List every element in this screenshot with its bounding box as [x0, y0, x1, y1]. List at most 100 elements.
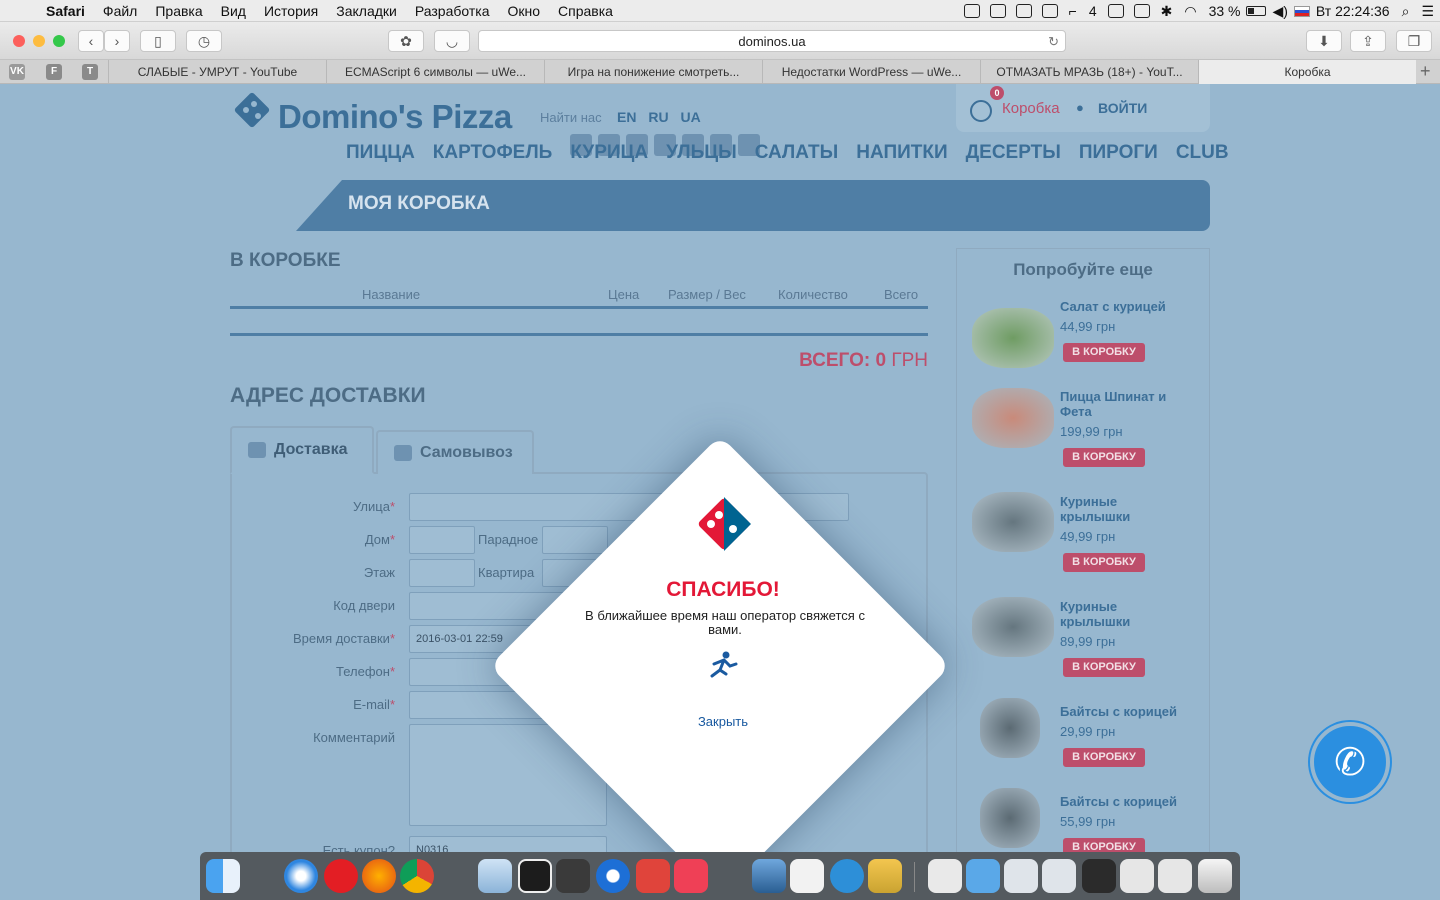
tab-pickup[interactable]: Самовывоз [376, 430, 534, 474]
sublime-icon[interactable] [556, 859, 590, 893]
database-icon[interactable] [868, 859, 902, 893]
lang-ru[interactable]: RU [648, 109, 668, 125]
finder-icon[interactable] [206, 859, 240, 893]
menu-view[interactable]: Вид [212, 0, 255, 22]
share-icon[interactable]: ⇪ [1350, 30, 1386, 52]
menu-develop[interactable]: Разработка [406, 0, 499, 22]
nav-desserts[interactable]: ДЕСЕРТЫ [966, 142, 1061, 164]
tab-item[interactable]: СЛАБЫЕ - УМРУТ - YouTube [108, 60, 326, 84]
pocket-icon[interactable]: ◡ [434, 30, 470, 52]
nav-rolls[interactable]: УЛЬЦЫ [666, 142, 737, 164]
modal-close-link[interactable]: Закрыть [693, 714, 753, 729]
wunderlist-icon[interactable] [636, 859, 670, 893]
login-link[interactable]: ВОЙТИ [1098, 100, 1147, 116]
product-image[interactable] [972, 388, 1054, 448]
tab-item[interactable]: Недостатки WordPress — uWe... [762, 60, 980, 84]
torrent-file-icon[interactable] [928, 859, 962, 893]
add-to-cart-button[interactable]: В КОРОБКУ [1063, 748, 1145, 767]
product-image[interactable] [972, 308, 1054, 368]
pinned-tab-vk[interactable]: VK [9, 64, 25, 80]
nav-potato[interactable]: КАРТОФЕЛЬ [433, 142, 553, 164]
numbers-icon[interactable] [790, 859, 824, 893]
house-input[interactable] [409, 526, 475, 554]
logo-text[interactable]: Domino's Pizza [278, 98, 512, 136]
chrome-icon[interactable] [400, 859, 434, 893]
status-clock-icon[interactable] [1133, 4, 1150, 18]
lang-en[interactable]: EN [617, 109, 636, 125]
menu-bookmarks[interactable]: Закладки [327, 0, 406, 22]
status-gear-icon[interactable] [1107, 4, 1124, 18]
input-flag-icon[interactable] [1293, 5, 1310, 17]
product-name[interactable]: Байтсы с корицей [1060, 704, 1190, 719]
new-tab-icon[interactable]: + [1420, 61, 1431, 82]
reload-icon[interactable]: ↻ [1048, 31, 1059, 52]
downloads-folder-icon[interactable] [966, 859, 1000, 893]
window-thumbnail-icon[interactable] [1004, 859, 1038, 893]
product-name[interactable]: Куриные крылышки [1060, 494, 1190, 524]
product-name[interactable]: Куриные крылышки [1060, 599, 1190, 629]
tabs-overview-icon[interactable]: ❐ [1396, 30, 1432, 52]
volume-icon[interactable]: ◀︎) [1266, 3, 1293, 20]
downloads-icon[interactable]: ⬇ [1306, 30, 1342, 52]
status-cloud-icon[interactable] [989, 4, 1006, 18]
preview-icon[interactable] [752, 859, 786, 893]
entrance-input[interactable] [542, 526, 608, 554]
window-thumbnail-icon[interactable] [1158, 859, 1192, 893]
coupon-input[interactable]: N0316 [409, 836, 607, 852]
mail-app-icon[interactable] [830, 859, 864, 893]
battery-icon[interactable] [1246, 6, 1267, 16]
zoom-window-button[interactable] [53, 35, 65, 47]
tab-item[interactable]: Игра на понижение смотреть... [544, 60, 762, 84]
add-to-cart-button[interactable]: В КОРОБКУ [1063, 448, 1145, 467]
status-glasses-icon[interactable]: ⌐ [1063, 3, 1083, 19]
extension-paw-icon[interactable]: ✿ [388, 30, 424, 52]
bluetooth-icon[interactable]: ✱ [1155, 3, 1179, 20]
lang-ua[interactable]: UA [680, 109, 700, 125]
window-thumbnail-icon[interactable] [1042, 859, 1076, 893]
tab-item[interactable]: ОТМАЗАТЬ МРАЗЬ (18+) - YouT... [980, 60, 1198, 84]
clock[interactable]: Вт 22:24:36 [1310, 3, 1396, 19]
menu-history[interactable]: История [255, 0, 327, 22]
menu-file[interactable]: Файл [94, 0, 146, 22]
minimize-window-button[interactable] [33, 35, 45, 47]
back-button[interactable]: ‹ [78, 30, 104, 52]
nav-chicken[interactable]: КУРИЦА [570, 142, 648, 164]
product-image[interactable] [980, 788, 1040, 848]
nav-salads[interactable]: САЛАТЫ [755, 142, 839, 164]
close-window-button[interactable] [13, 35, 25, 47]
address-bar[interactable]: dominos.ua ↻ [478, 30, 1066, 52]
nav-pies[interactable]: ПИРОГИ [1079, 142, 1158, 164]
sidebar-toggle-icon[interactable]: ▯ [140, 30, 176, 52]
terminal-app-icon[interactable] [518, 859, 552, 893]
tab-delivery[interactable]: Доставка [230, 426, 374, 474]
pinned-tab-t[interactable]: T [82, 64, 98, 80]
nav-drinks[interactable]: НАПИТКИ [856, 142, 947, 164]
nav-pizza[interactable]: ПИЦЦА [346, 142, 415, 164]
wifi-icon[interactable]: ◠ [1178, 3, 1202, 20]
history-icon[interactable]: ◷ [186, 30, 222, 52]
add-to-cart-button[interactable]: В КОРОБКУ [1063, 658, 1145, 677]
status-app-icon[interactable] [963, 4, 980, 18]
menu-window[interactable]: Окно [498, 0, 549, 22]
firefox-icon[interactable] [362, 859, 396, 893]
nav-club[interactable]: CLUB [1176, 142, 1229, 164]
status-number[interactable]: 4 [1083, 3, 1103, 19]
product-name[interactable]: Байтсы с корицей [1060, 794, 1190, 809]
tab-item[interactable]: ECMAScript 6 символы — uWe... [326, 60, 544, 84]
window-thumbnail-icon[interactable] [1082, 859, 1116, 893]
status-box-icon[interactable] [1015, 4, 1032, 18]
product-name[interactable]: Салат с курицей [1060, 299, 1190, 314]
menu-edit[interactable]: Правка [146, 0, 211, 22]
product-image[interactable] [972, 597, 1054, 657]
add-to-cart-button[interactable]: В КОРОБКУ [1063, 553, 1145, 572]
menu-app-name[interactable]: Safari [44, 0, 94, 22]
status-plus-icon[interactable] [1041, 4, 1058, 18]
product-name[interactable]: Пицца Шпинат и Фета [1060, 389, 1190, 419]
add-to-cart-button[interactable]: В КОРОБКУ [1063, 838, 1145, 852]
opera-icon[interactable] [324, 859, 358, 893]
callback-phone-button[interactable]: ✆ [1310, 722, 1390, 802]
floor-input[interactable] [409, 559, 475, 587]
product-image[interactable] [972, 492, 1054, 552]
pizza-cart-icon[interactable] [970, 100, 992, 122]
pinned-tab-f[interactable]: F [46, 64, 62, 80]
